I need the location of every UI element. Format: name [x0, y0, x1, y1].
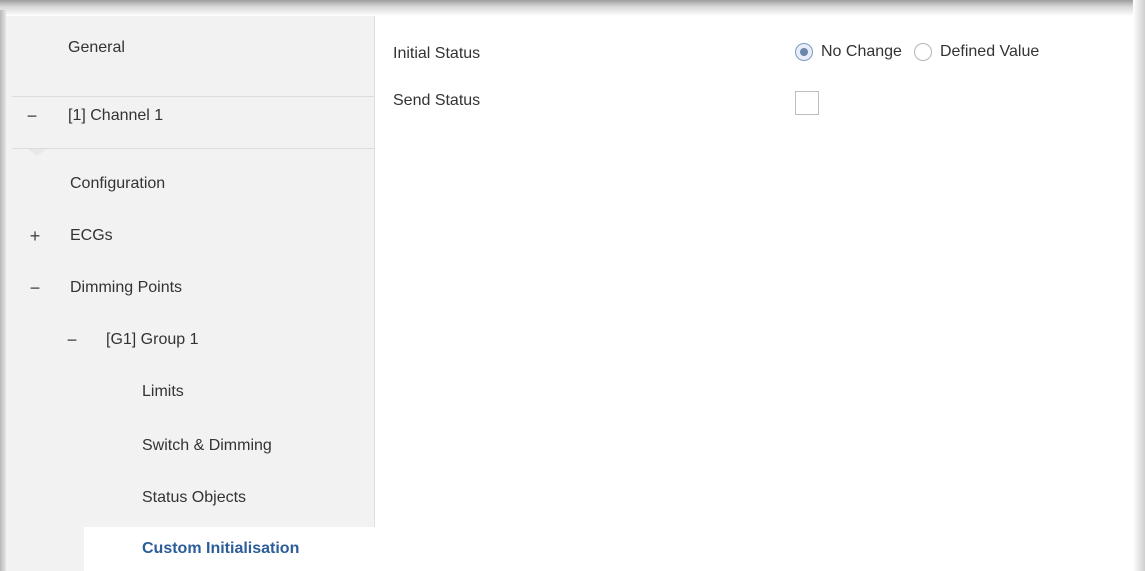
- sidebar-item-status-objects[interactable]: Status Objects: [6, 476, 374, 520]
- sidebar-item-channel-1[interactable]: − [1] Channel 1: [6, 94, 374, 138]
- collapse-icon[interactable]: −: [65, 318, 79, 362]
- radio-label: Defined Value: [939, 43, 1040, 60]
- expand-icon[interactable]: +: [28, 214, 42, 258]
- sidebar-item-label: General: [68, 39, 125, 56]
- sidebar-item-ecgs[interactable]: + ECGs: [6, 214, 374, 258]
- sidebar-item-label: Status Objects: [142, 489, 247, 506]
- sidebar-item-limits[interactable]: Limits: [6, 370, 374, 414]
- sidebar-item-general[interactable]: General: [6, 26, 374, 70]
- window-shadow-right: [1133, 0, 1145, 571]
- sidebar-item-group-1[interactable]: − [G1] Group 1: [6, 318, 374, 362]
- radio-defined-value[interactable]: Defined Value: [913, 43, 1040, 61]
- window-shadow-top: [0, 0, 1135, 16]
- sidebar-item-custom-initialisation[interactable]: Custom Initialisation: [84, 527, 375, 571]
- sidebar-item-label: Limits: [142, 383, 184, 400]
- sidebar-item-label: Custom Initialisation: [142, 540, 300, 557]
- radio-label: No Change: [821, 43, 902, 60]
- sidebar-item-label: Switch & Dimming: [142, 437, 272, 454]
- sidebar-item-label: ECGs: [70, 227, 113, 244]
- divider: [12, 148, 374, 149]
- send-status-label: Send Status: [393, 92, 481, 109]
- sidebar-item-dimming-points[interactable]: − Dimming Points: [6, 266, 374, 310]
- parameter-panel: Initial Status No Change Defined Value S…: [375, 16, 1133, 571]
- collapse-icon[interactable]: −: [25, 94, 39, 138]
- initial-status-label: Initial Status: [393, 45, 481, 62]
- radio-no-change[interactable]: No Change: [795, 43, 902, 61]
- sidebar-tree: General − [1] Channel 1 Configuration + …: [6, 16, 375, 571]
- collapse-icon[interactable]: −: [28, 266, 42, 310]
- sidebar-item-label: Configuration: [70, 175, 166, 192]
- sidebar-item-label: [1] Channel 1: [68, 107, 164, 124]
- radio-unselected-icon[interactable]: [913, 43, 932, 61]
- app-window: General − [1] Channel 1 Configuration + …: [0, 0, 1145, 571]
- initial-status-radio-group: No Change Defined Value: [795, 43, 1051, 61]
- sidebar-item-configuration[interactable]: Configuration: [6, 162, 374, 206]
- sidebar-item-label: Dimming Points: [70, 279, 183, 296]
- sidebar-item-switch-dimming[interactable]: Switch & Dimming: [6, 424, 374, 468]
- send-status-checkbox[interactable]: [795, 91, 819, 115]
- sidebar-item-label: [G1] Group 1: [106, 331, 199, 348]
- radio-selected-icon[interactable]: [795, 43, 813, 61]
- selection-notch: [28, 149, 46, 156]
